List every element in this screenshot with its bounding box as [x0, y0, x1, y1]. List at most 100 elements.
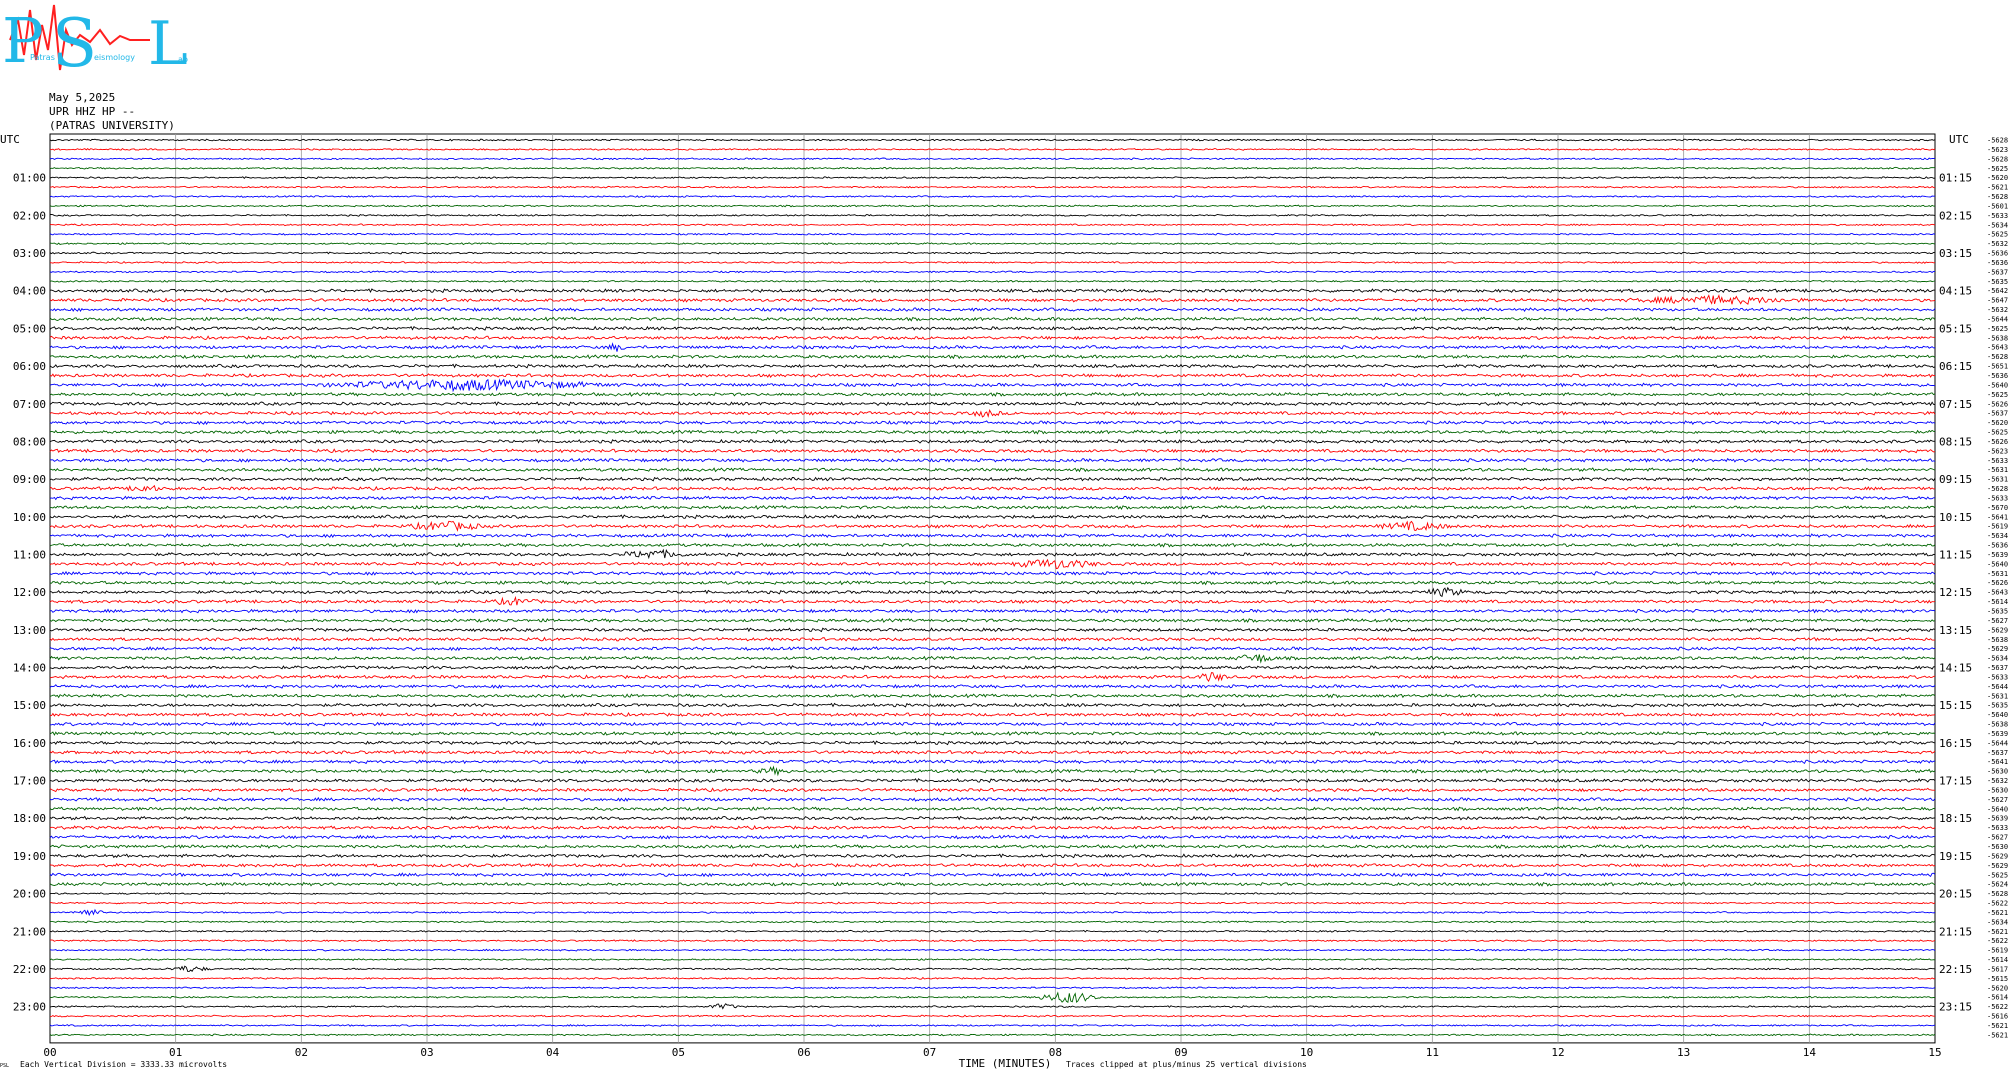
seismic-trace: [49, 765, 1936, 777]
seismic-trace: [49, 749, 1936, 755]
seismic-trace: [49, 514, 1936, 520]
right-hour-label: 11:15: [1939, 548, 1972, 561]
right-hour-label: 05:15: [1939, 322, 1972, 335]
trace-offset-label: -5643: [1987, 344, 2008, 352]
seismic-trace: [49, 408, 1936, 418]
x-tick-label: 11: [1426, 1046, 1439, 1059]
seismic-trace: [49, 595, 1936, 606]
trace-offset-label: -5631: [1987, 466, 2008, 474]
trace-offset-label: -5628: [1987, 137, 2008, 145]
seismic-trace: [49, 636, 1936, 642]
trace-offset-label: -5620: [1987, 174, 2008, 182]
trace-offset-label: -5640: [1987, 805, 2008, 813]
seismic-trace: [49, 806, 1936, 812]
left-hour-label: 15:00: [13, 699, 46, 712]
trace-offset-label: -5621: [1987, 184, 2008, 192]
x-tick-label: 15: [1928, 1046, 1941, 1059]
left-hour-label: 20:00: [13, 888, 46, 901]
left-hour-label: 17:00: [13, 775, 46, 788]
vertical-division-note: Each Vertical Division = 3333.33 microvo…: [20, 1060, 227, 1069]
trace-offset-label: -5635: [1987, 702, 2008, 710]
right-hour-label: 10:15: [1939, 511, 1972, 524]
x-tick-label: 13: [1677, 1046, 1690, 1059]
left-hour-label: 12:00: [13, 586, 46, 599]
right-hour-label: 03:15: [1939, 247, 1972, 260]
seismic-trace: [49, 872, 1936, 878]
trace-offset-label: -5622: [1987, 900, 2008, 908]
right-hour-label: 16:15: [1939, 737, 1972, 750]
trace-offset-label: -5634: [1987, 918, 2008, 926]
seismic-trace: [49, 920, 1936, 924]
trace-offset-label: -5621: [1987, 1031, 2008, 1039]
seismic-trace: [49, 363, 1936, 369]
x-tick-label: 02: [295, 1046, 308, 1059]
seismic-trace: [49, 307, 1936, 313]
trace-offset-label: -5629: [1987, 645, 2008, 653]
trace-offset-label: -5639: [1987, 815, 2008, 823]
seismic-trace: [49, 976, 1936, 980]
seismic-trace: [49, 558, 1936, 570]
seismic-trace: [49, 294, 1936, 305]
trace-offset-label: -5637: [1987, 749, 2008, 757]
trace-offset-label: -5636: [1987, 250, 2008, 258]
trace-offset-label: -5625: [1987, 231, 2008, 239]
right-hour-label: 08:15: [1939, 435, 1972, 448]
seismic-trace: [49, 759, 1936, 765]
seismic-trace: [49, 965, 1936, 973]
seismic-trace: [49, 204, 1936, 208]
seismic-trace: [49, 853, 1936, 859]
trace-offset-label: -5635: [1987, 278, 2008, 286]
seismic-trace: [49, 533, 1936, 539]
seismic-trace: [49, 672, 1936, 683]
seismic-trace: [49, 664, 1936, 670]
left-hour-label: 16:00: [13, 737, 46, 750]
left-hour-label: 01:00: [13, 172, 46, 185]
seismic-trace: [49, 420, 1936, 426]
seismic-trace: [49, 147, 1936, 151]
trace-offset-label: -5614: [1987, 598, 2008, 606]
trace-offset-label: -5636: [1987, 259, 2008, 267]
trace-offset-label: -5633: [1987, 212, 2008, 220]
seismic-trace: [49, 991, 1936, 1004]
seismic-trace: [49, 354, 1936, 360]
left-hour-label: 22:00: [13, 963, 46, 976]
seismic-trace: [49, 825, 1936, 831]
trace-offset-label: -5625: [1987, 391, 2008, 399]
trace-offset-label: -5623: [1987, 146, 2008, 154]
right-hour-label: 02:15: [1939, 209, 1972, 222]
x-tick-label: 03: [420, 1046, 433, 1059]
trace-offset-label: -5629: [1987, 862, 2008, 870]
trace-offset-label: -5636: [1987, 542, 2008, 550]
seismic-trace: [49, 1003, 1936, 1010]
seismic-trace: [49, 138, 1936, 142]
right-hour-label: 14:15: [1939, 662, 1972, 675]
left-axis-label: UTC: [0, 133, 20, 146]
seismic-trace: [49, 1024, 1936, 1027]
x-tick-label: 00: [43, 1046, 56, 1059]
x-tick-label: 06: [797, 1046, 810, 1059]
trace-offset-label: -5639: [1987, 730, 2008, 738]
seismic-trace: [49, 378, 1936, 393]
x-tick-label: 10: [1300, 1046, 1313, 1059]
corner-mark: PSL: [0, 1063, 9, 1069]
right-hour-label: 22:15: [1939, 963, 1972, 976]
seismic-trace: [49, 608, 1936, 614]
left-hour-label: 23:00: [13, 1001, 46, 1014]
right-hour-label: 19:15: [1939, 850, 1972, 863]
x-tick-label: 09: [1174, 1046, 1187, 1059]
trace-offset-label: -5633: [1987, 457, 2008, 465]
x-axis-title: TIME (MINUTES): [959, 1057, 1052, 1070]
seismic-trace: [49, 467, 1936, 473]
seismic-trace: [49, 270, 1936, 274]
seismic-trace: [49, 548, 1936, 560]
seismic-trace: [49, 844, 1936, 850]
trace-offset-label: -5651: [1987, 363, 2008, 371]
seismic-trace: [49, 260, 1936, 264]
trace-offset-label: -5631: [1987, 570, 2008, 578]
seismic-trace: [49, 391, 1936, 397]
trace-offset-label: -5632: [1987, 777, 2008, 785]
plot-frame: [49, 133, 1936, 1044]
seismic-trace: [49, 288, 1936, 294]
trace-offset-label: -5641: [1987, 513, 2008, 521]
seismic-trace: [49, 166, 1936, 170]
